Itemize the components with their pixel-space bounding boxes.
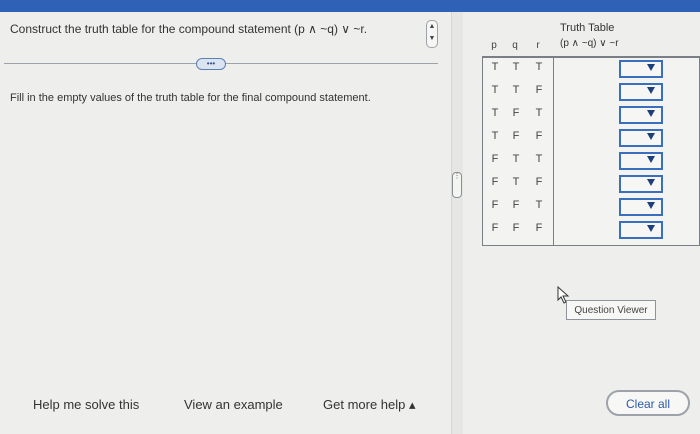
chevron-down-icon: [647, 87, 655, 94]
cell-r: T: [535, 61, 543, 73]
chevron-down-icon: [647, 133, 655, 140]
table-row: T T F: [482, 81, 698, 104]
chevron-down-icon: [647, 179, 655, 186]
cell-p: F: [491, 199, 499, 211]
chevron-down-icon: [647, 110, 655, 117]
result-dropdown-row-6[interactable]: [619, 175, 663, 193]
view-example-link[interactable]: View an example: [184, 397, 283, 412]
cell-r: F: [535, 176, 543, 188]
truth-table-expression-header: (p ∧ ~q) ∨ ~r: [560, 38, 619, 49]
cell-r: T: [535, 153, 543, 165]
column-header-q: q: [512, 40, 518, 51]
more-options-button[interactable]: •••: [196, 58, 226, 70]
cell-p: T: [491, 61, 499, 73]
cell-q: T: [512, 61, 520, 73]
top-accent-bar: [0, 0, 700, 12]
instruction-text: Fill in the empty values of the truth ta…: [10, 92, 371, 104]
cell-p: F: [491, 222, 499, 234]
cell-r: F: [535, 222, 543, 234]
question-viewer-button[interactable]: Question Viewer: [566, 300, 656, 320]
cell-q: F: [512, 107, 520, 119]
result-dropdown-row-5[interactable]: [619, 152, 663, 170]
cell-q: T: [512, 84, 520, 96]
collapse-arrows-icon[interactable]: ▲ ▼: [426, 20, 438, 48]
cell-q: F: [512, 130, 520, 142]
cell-r: T: [535, 107, 543, 119]
table-row: F F T: [482, 196, 698, 219]
help-me-solve-link[interactable]: Help me solve this: [33, 397, 139, 412]
cell-q: T: [512, 176, 520, 188]
cell-r: F: [535, 84, 543, 96]
chevron-down-icon: [647, 202, 655, 209]
cell-q: F: [512, 199, 520, 211]
cell-p: F: [491, 176, 499, 188]
result-dropdown-row-4[interactable]: [619, 129, 663, 147]
column-header-p: p: [491, 40, 497, 51]
chevron-down-icon: [647, 64, 655, 71]
clear-all-button[interactable]: Clear all: [606, 390, 690, 416]
table-row: F F F: [482, 219, 698, 242]
table-row: T F F: [482, 127, 698, 150]
question-text: Construct the truth table for the compou…: [10, 22, 368, 36]
cell-r: T: [535, 199, 543, 211]
column-header-r: r: [536, 40, 540, 51]
truth-table-title: Truth Table: [560, 22, 615, 34]
cell-q: T: [512, 153, 520, 165]
result-dropdown-row-3[interactable]: [619, 106, 663, 124]
get-more-help-link[interactable]: Get more help ▴: [323, 397, 416, 413]
table-row: T T T: [482, 58, 698, 81]
result-dropdown-row-2[interactable]: [619, 83, 663, 101]
vertical-splitter[interactable]: [451, 12, 463, 434]
chevron-down-icon: [647, 156, 655, 163]
vertical-grip-icon[interactable]: ⋮: [452, 172, 462, 198]
cell-p: F: [491, 153, 499, 165]
table-row: T F T: [482, 104, 698, 127]
result-dropdown-row-1[interactable]: [619, 60, 663, 78]
table-row: F T T: [482, 150, 698, 173]
chevron-down-icon: [647, 225, 655, 232]
result-dropdown-row-7[interactable]: [619, 198, 663, 216]
cell-p: T: [491, 130, 499, 142]
cell-p: T: [491, 107, 499, 119]
result-dropdown-row-8[interactable]: [619, 221, 663, 239]
cell-r: F: [535, 130, 543, 142]
cell-p: T: [491, 84, 499, 96]
cell-q: F: [512, 222, 520, 234]
table-row: F T F: [482, 173, 698, 196]
